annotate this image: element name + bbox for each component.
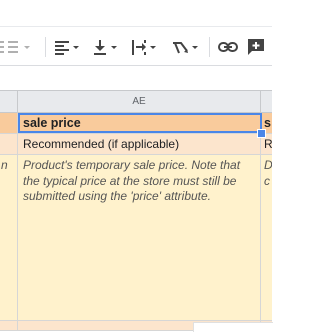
cell-ae-requirement[interactable]: Recommended (if applicable) [18,134,261,155]
column-header-row: AE [0,90,272,113]
insert-comment-button[interactable] [245,36,267,58]
chevron-down-icon [71,36,81,58]
chevron-down-icon [22,36,32,58]
top-strip [0,0,272,26]
cell-text: D [264,158,272,172]
cell-next-description[interactable]: D c [261,155,272,321]
text-wrapping-icon [130,36,148,58]
cell-text: c [264,173,270,188]
cell-prev[interactable] [0,134,18,155]
chevron-down-icon [190,36,200,58]
cell-text: Recommended (if applicable) [23,137,180,151]
chevron-down-icon [148,36,158,58]
cell-text: n [1,158,8,172]
cell-text: s [264,116,271,130]
cell-prev-description[interactable]: n [0,155,18,321]
text-wrapping-button[interactable] [130,36,158,58]
table-row: Recommended (if applicable) R [0,134,272,155]
cell-ae-header[interactable]: sale price [18,113,261,134]
column-header-partial[interactable] [0,91,18,112]
insert-link-button[interactable] [217,36,239,58]
text-rotation-icon [170,36,190,58]
table-row: n Product's temporary sale price. Note t… [0,155,272,321]
fill-handle[interactable] [257,129,266,138]
cell-prev[interactable] [0,113,18,134]
cell-text: R [264,137,272,151]
vertical-align-button[interactable] [91,36,119,58]
more-formats-button[interactable] [0,36,40,58]
insert-link-icon [217,36,239,58]
toolbar-divider [209,37,210,57]
formatting-toolbar [0,26,272,66]
cell-text: sale price [23,116,81,130]
horizontal-align-button[interactable] [53,36,81,58]
table-row: sale price s [0,113,272,134]
sheet-grid: sale price s Recommended (if applicable)… [0,113,272,331]
cell-ae-description[interactable]: Product's temporary sale price. Note tha… [18,155,261,321]
horizontal-align-icon [53,36,71,58]
column-header-next[interactable] [261,91,272,112]
toolbar-divider [45,37,46,57]
insert-comment-icon [245,36,267,58]
cell-prev[interactable] [0,321,18,331]
more-formats-icon [0,36,22,58]
column-header-ae[interactable]: AE [18,91,261,112]
chevron-down-icon [109,36,119,58]
cell-text: Product's temporary sale price. Note tha… [23,158,241,203]
text-rotation-button[interactable] [170,36,200,58]
vertical-align-icon [91,36,109,58]
